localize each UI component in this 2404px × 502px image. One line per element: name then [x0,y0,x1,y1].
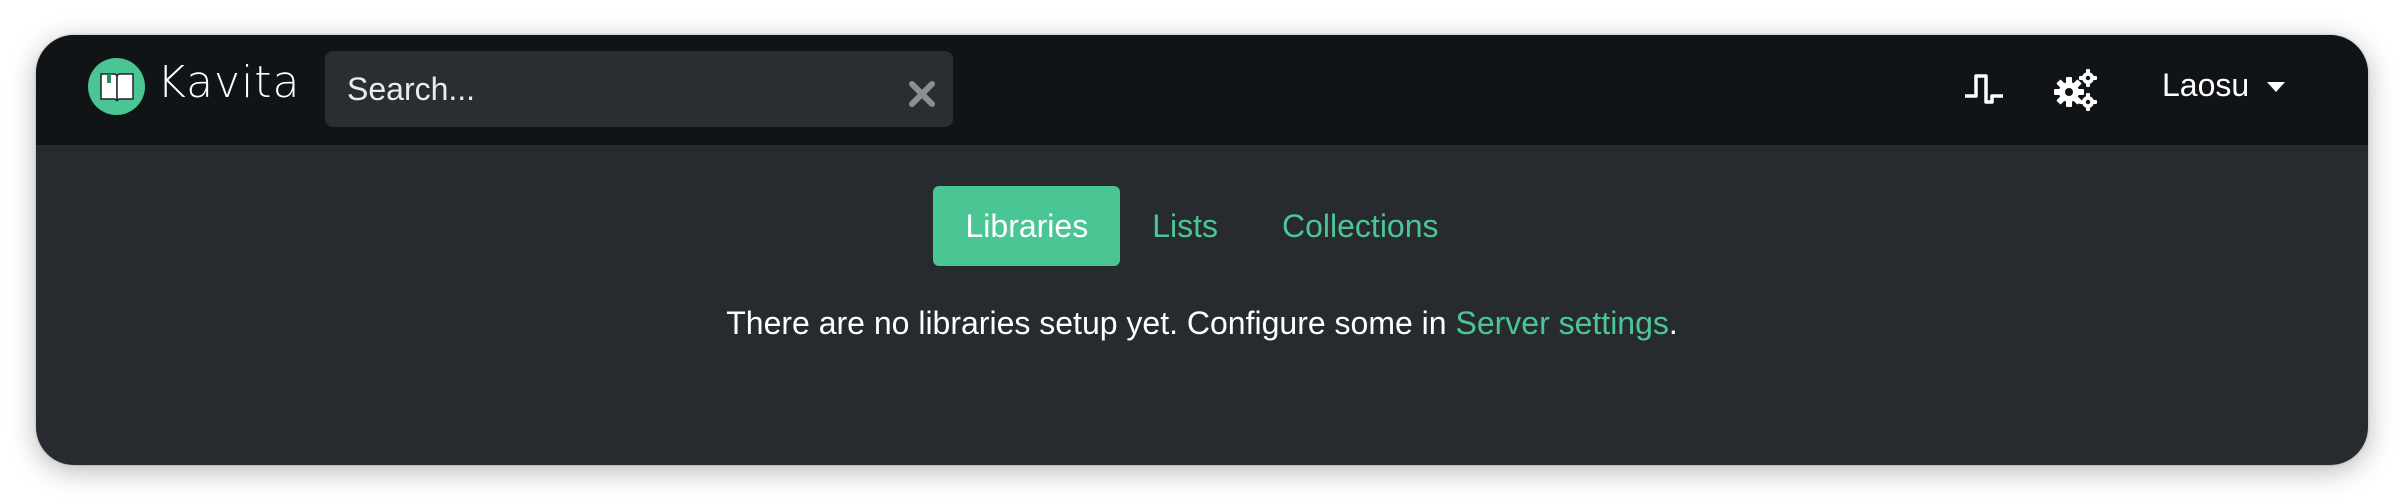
message-text: There are no libraries setup yet. Config… [726,305,1456,341]
user-name: Laosu [2162,67,2250,103]
tab-bar: Libraries Lists Collections [36,186,2368,266]
user-menu[interactable]: Laosu [2162,67,2286,104]
navbar: Kavita Search... Laosu [36,35,2368,145]
tab-collections[interactable]: Collections [1250,186,1471,266]
message-period: . [1668,305,1678,341]
activity-icon[interactable] [1962,68,2006,112]
tab-lists[interactable]: Lists [1120,186,1250,266]
gears-icon[interactable] [2054,68,2098,112]
tab-libraries[interactable]: Libraries [933,186,1121,266]
caret-down-icon [2267,81,2286,92]
brand-title[interactable]: Kavita [157,57,301,108]
book-logo-icon[interactable] [88,58,145,115]
search-box [325,51,953,127]
clear-icon[interactable] [907,79,937,109]
server-settings-link[interactable]: Server settings [1455,305,1668,341]
empty-libraries-message: There are no libraries setup yet. Config… [36,305,2368,342]
app-window: Kavita Search... Laosu Libraries Lists C… [36,35,2368,465]
search-input[interactable] [325,51,953,127]
